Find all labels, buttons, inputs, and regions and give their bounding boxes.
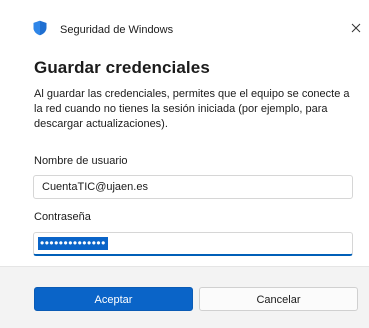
cancel-button[interactable]: Cancelar <box>199 287 358 311</box>
password-label: Contraseña <box>34 211 91 223</box>
dialog-heading: Guardar credenciales <box>34 58 210 77</box>
password-field[interactable]: •••••••••••••• <box>33 232 353 256</box>
username-field[interactable]: CuentaTIC@ujaen.es <box>33 175 353 199</box>
dialog-description: Al guardar las credenciales, permites qu… <box>34 88 350 130</box>
password-value-selected: •••••••••••••• <box>38 236 108 250</box>
windows-security-shield-icon <box>32 20 48 36</box>
app-title: Seguridad de Windows <box>60 24 174 36</box>
username-value: CuentaTIC@ujaen.es <box>42 181 148 193</box>
title-bar: Seguridad de Windows <box>0 0 369 40</box>
close-icon[interactable] <box>346 18 366 38</box>
accept-button[interactable]: Aceptar <box>34 287 193 311</box>
save-credentials-dialog: Seguridad de Windows Guardar credenciale… <box>0 0 369 328</box>
username-label: Nombre de usuario <box>34 155 128 167</box>
